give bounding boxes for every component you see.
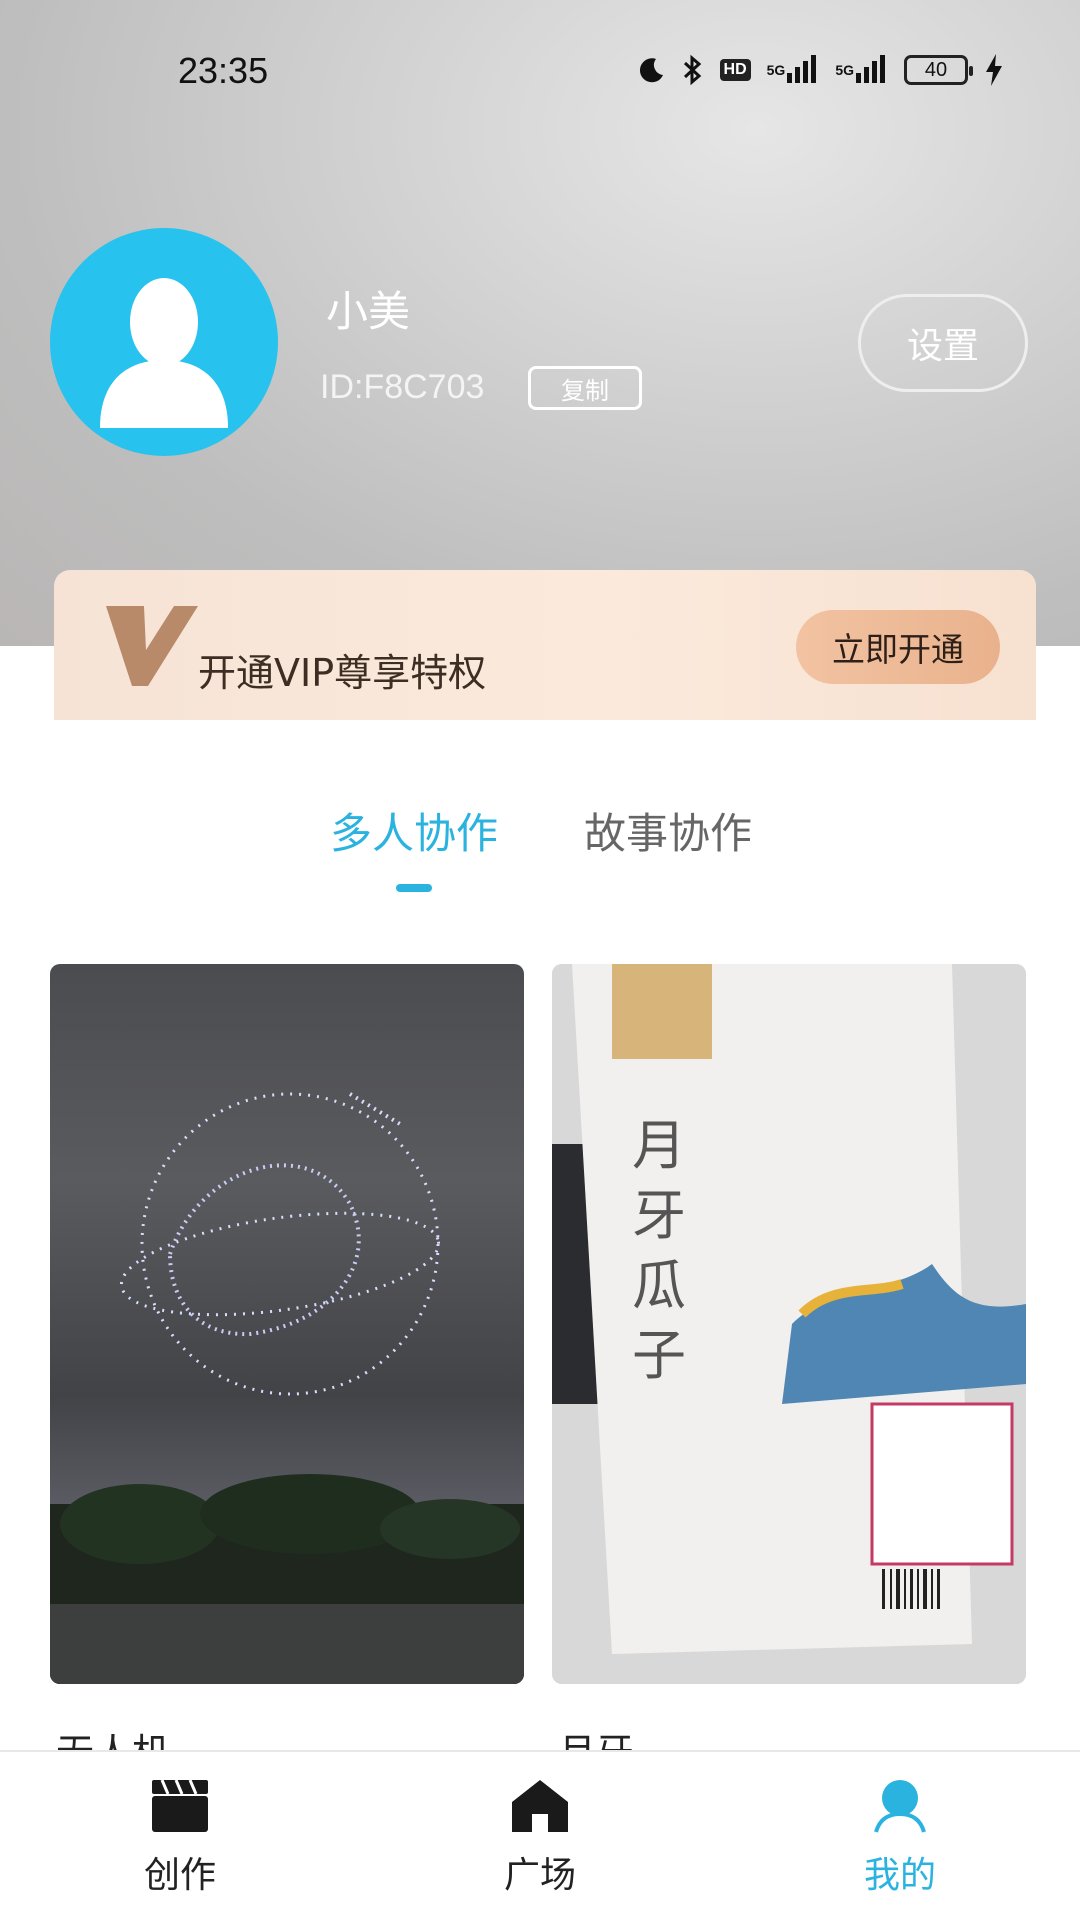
settings-button[interactable]: 设置 bbox=[858, 294, 1028, 392]
bluetooth-icon bbox=[682, 54, 704, 86]
nav-label: 创作 bbox=[143, 1855, 216, 1896]
profile-screen: 23:35 HD 5G 5G 40 小美 ID:F8C703 复制 设置 开通V… bbox=[0, 0, 1080, 1920]
svg-text:瓜: 瓜 bbox=[632, 1254, 686, 1317]
status-bar: 23:35 HD 5G 5G 40 bbox=[0, 40, 1080, 100]
status-icons: HD 5G 5G 40 bbox=[636, 46, 1004, 94]
copy-id-button[interactable]: 复制 bbox=[528, 366, 642, 410]
signal-5g-icon: 5G bbox=[767, 55, 820, 85]
nav-item-square[interactable]: 广场 bbox=[460, 1778, 620, 1908]
vip-banner[interactable]: 开通VIP尊享特权 立即开通 bbox=[54, 570, 1036, 720]
nav-item-mine[interactable]: 我的 bbox=[820, 1778, 980, 1908]
work-card-drone[interactable] bbox=[50, 964, 524, 1684]
vip-open-button[interactable]: 立即开通 bbox=[796, 610, 1000, 684]
home-icon bbox=[512, 1780, 568, 1832]
battery-icon: 40 bbox=[904, 55, 973, 85]
username: 小美 bbox=[326, 287, 411, 336]
status-time: 23:35 bbox=[178, 50, 269, 91]
hd-icon: HD bbox=[719, 59, 751, 81]
nav-item-create[interactable]: 创作 bbox=[100, 1778, 260, 1908]
clapperboard-icon bbox=[152, 1779, 208, 1832]
vip-text: 开通VIP尊享特权 bbox=[198, 651, 487, 695]
charging-icon bbox=[984, 54, 1004, 86]
svg-text:子: 子 bbox=[632, 1324, 686, 1387]
user-silhouette-icon bbox=[100, 278, 228, 428]
tab-multi-collab[interactable]: 多人协作 bbox=[330, 800, 498, 861]
vip-v-logo-icon bbox=[106, 606, 198, 686]
user-icon bbox=[874, 1780, 926, 1833]
bottom-nav: 创作 广场 我的 bbox=[0, 1750, 1080, 1920]
drone-show-image bbox=[50, 1092, 524, 1684]
work-card-snack[interactable]: 月 牙 瓜 子 bbox=[552, 964, 1026, 1684]
svg-text:月: 月 bbox=[632, 1114, 686, 1177]
signal-5g-icon: 5G bbox=[835, 55, 888, 85]
moon-icon bbox=[636, 55, 666, 85]
nav-label: 广场 bbox=[503, 1855, 576, 1896]
snack-bag-image: 月 牙 瓜 子 bbox=[552, 964, 1026, 1684]
tab-story-collab[interactable]: 故事协作 bbox=[584, 800, 752, 861]
user-id: ID:F8C703 bbox=[320, 368, 485, 406]
nav-label: 我的 bbox=[863, 1855, 936, 1896]
avatar[interactable] bbox=[50, 228, 278, 456]
svg-text:牙: 牙 bbox=[632, 1184, 686, 1247]
tab-indicator bbox=[396, 884, 432, 892]
